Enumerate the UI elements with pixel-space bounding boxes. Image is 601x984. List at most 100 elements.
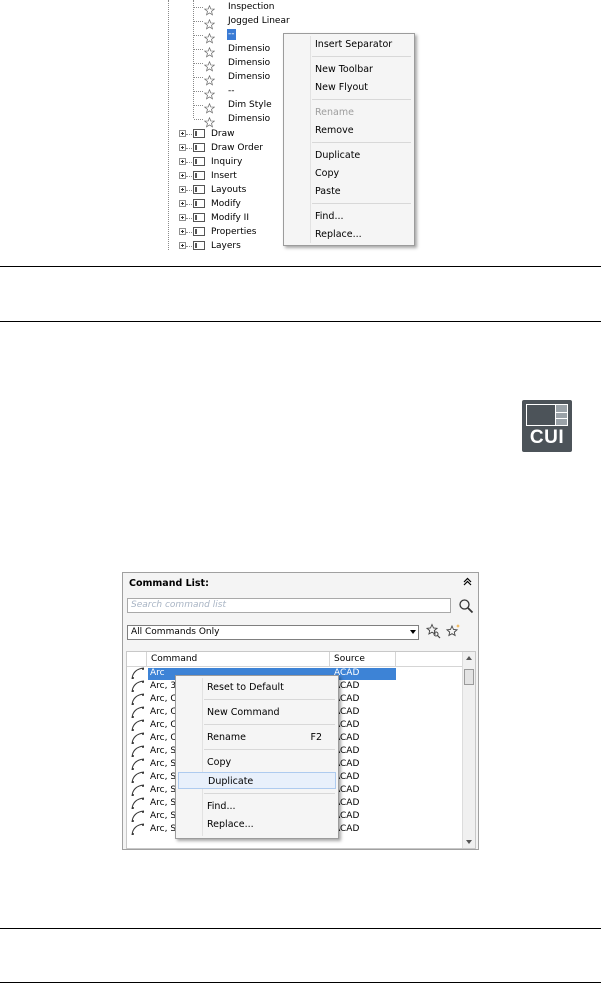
menu-item-find[interactable]: Find... bbox=[176, 798, 338, 815]
tree-connector bbox=[186, 134, 192, 135]
star-icon bbox=[203, 99, 216, 114]
tree-child-label[interactable]: Dimensio bbox=[228, 43, 270, 55]
command-name: Arc, 3 bbox=[150, 681, 177, 691]
filter-dropdown[interactable]: All Commands Only bbox=[127, 625, 419, 640]
tree-toolbar-label[interactable]: Layouts bbox=[211, 184, 246, 196]
tree-guide-line bbox=[168, 0, 169, 250]
tree-child-label[interactable]: Dimensio bbox=[228, 71, 270, 83]
tree-toolbar-label[interactable]: Draw Order bbox=[211, 142, 263, 154]
cui-icon: CUI bbox=[522, 400, 572, 452]
tree-child-label[interactable]: Jogged Linear bbox=[228, 15, 290, 27]
star-icon bbox=[203, 71, 216, 86]
arc-command-icon bbox=[130, 667, 146, 680]
tree-connector bbox=[186, 176, 192, 177]
new-command-star-icon[interactable] bbox=[445, 623, 461, 639]
tree-child-label[interactable]: -- bbox=[227, 29, 236, 40]
vertical-scrollbar[interactable] bbox=[462, 652, 475, 848]
tree-context-menu: Insert Separator New Toolbar New Flyout … bbox=[283, 33, 415, 246]
tree-connector bbox=[186, 246, 192, 247]
expand-plus-icon[interactable] bbox=[179, 228, 186, 235]
menu-item-replace[interactable]: Replace... bbox=[284, 226, 414, 243]
menu-separator bbox=[204, 749, 335, 750]
search-icon[interactable] bbox=[458, 598, 474, 614]
toolbar-icon bbox=[193, 185, 205, 194]
menu-item-rename: Rename bbox=[315, 107, 354, 118]
toolbar-icon bbox=[193, 171, 205, 180]
menu-item-new-flyout[interactable]: New Flyout bbox=[284, 79, 414, 96]
star-icon bbox=[203, 85, 216, 100]
scroll-down-arrow-icon[interactable] bbox=[466, 840, 472, 844]
menu-item-paste[interactable]: Paste bbox=[284, 183, 414, 200]
expand-plus-icon[interactable] bbox=[179, 186, 186, 193]
tree-toolbar-label[interactable]: Inquiry bbox=[211, 156, 242, 168]
expand-plus-icon[interactable] bbox=[179, 172, 186, 179]
command-name: Arc, S bbox=[150, 811, 177, 821]
menu-item-remove[interactable]: Remove bbox=[284, 122, 414, 139]
expand-plus-icon[interactable] bbox=[179, 130, 186, 137]
menu-item-insert-separator[interactable]: Insert Separator bbox=[284, 36, 414, 53]
expand-plus-icon[interactable] bbox=[179, 158, 186, 165]
menu-item-duplicate[interactable]: Duplicate bbox=[178, 772, 336, 789]
menu-item-copy[interactable]: Copy bbox=[284, 165, 414, 182]
star-search-icon[interactable] bbox=[425, 623, 441, 639]
tree-toolbar-label[interactable]: Insert bbox=[211, 170, 237, 182]
expand-plus-icon[interactable] bbox=[179, 214, 186, 221]
cui-icon-label: CUI bbox=[529, 427, 565, 448]
tree-connector bbox=[194, 77, 203, 78]
menu-item-rename-label: Rename bbox=[207, 732, 246, 743]
command-context-menu: Reset to Default New Command Rename F2 C… bbox=[175, 675, 339, 839]
menu-item-replace[interactable]: Replace... bbox=[176, 816, 338, 833]
column-header-source[interactable]: Source bbox=[330, 652, 396, 667]
menu-separator bbox=[312, 142, 411, 143]
expand-plus-icon[interactable] bbox=[179, 144, 186, 151]
tree-child-label[interactable]: -- bbox=[228, 85, 235, 97]
toolbar-icon bbox=[193, 227, 205, 236]
toolbar-icon bbox=[193, 213, 205, 222]
menu-separator bbox=[312, 99, 411, 100]
tree-child-label[interactable]: Inspection bbox=[228, 1, 275, 13]
star-icon bbox=[203, 43, 216, 58]
toolbar-icon bbox=[193, 241, 205, 250]
command-name: Arc, C bbox=[150, 694, 177, 704]
column-header-spacer bbox=[396, 652, 464, 667]
command-name: Arc, S bbox=[150, 759, 177, 769]
menu-separator bbox=[312, 203, 411, 204]
expand-plus-icon[interactable] bbox=[179, 242, 186, 249]
tree-connector bbox=[194, 63, 203, 64]
scroll-up-arrow-icon[interactable] bbox=[466, 656, 472, 660]
menu-item-duplicate[interactable]: Duplicate bbox=[284, 147, 414, 164]
panel-title: Command List: bbox=[129, 578, 209, 589]
command-name: Arc, S bbox=[150, 824, 177, 834]
tree-guide-line bbox=[193, 0, 194, 118]
menu-item-copy[interactable]: Copy bbox=[176, 754, 338, 771]
tree-toolbar-label[interactable]: Modify bbox=[211, 198, 241, 210]
collapse-chevron-icon[interactable] bbox=[463, 577, 472, 589]
menu-separator bbox=[204, 699, 335, 700]
arc-command-icon bbox=[130, 758, 146, 771]
menu-item-rename-shortcut: F2 bbox=[310, 732, 322, 743]
star-icon bbox=[203, 57, 216, 72]
arc-command-icon bbox=[130, 810, 146, 823]
arc-command-icon bbox=[130, 797, 146, 810]
tree-child-label[interactable]: Dim Style bbox=[228, 99, 272, 111]
divider-line bbox=[0, 928, 601, 929]
search-input[interactable]: Search command list bbox=[127, 598, 451, 613]
chevron-down-icon bbox=[410, 630, 416, 634]
tree-child-label[interactable]: Dimensio bbox=[228, 57, 270, 69]
menu-item-new-toolbar[interactable]: New Toolbar bbox=[284, 61, 414, 78]
tree-toolbar-label[interactable]: Properties bbox=[211, 226, 256, 238]
column-header-command[interactable]: Command bbox=[147, 652, 330, 667]
tree-child-label[interactable]: Dimensio bbox=[228, 113, 270, 125]
tree-toolbar-label[interactable]: Layers bbox=[211, 240, 241, 252]
menu-item-find[interactable]: Find... bbox=[284, 208, 414, 225]
menu-item-new-command[interactable]: New Command bbox=[176, 704, 338, 721]
scrollbar-thumb[interactable] bbox=[464, 669, 474, 685]
arc-command-icon bbox=[130, 732, 146, 745]
expand-plus-icon[interactable] bbox=[179, 200, 186, 207]
toolbar-icon bbox=[193, 143, 205, 152]
menu-item-reset-to-default[interactable]: Reset to Default bbox=[176, 679, 338, 696]
arc-command-icon bbox=[130, 693, 146, 706]
tree-toolbar-label[interactable]: Modify II bbox=[211, 212, 249, 224]
menu-item-rename[interactable]: Rename F2 bbox=[176, 729, 338, 746]
tree-toolbar-label[interactable]: Draw bbox=[211, 128, 235, 140]
